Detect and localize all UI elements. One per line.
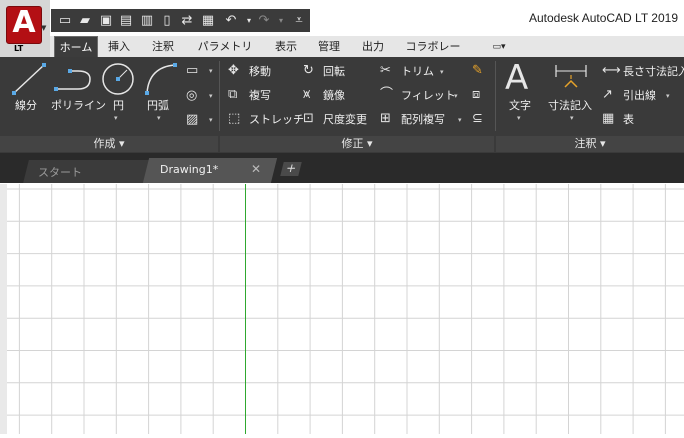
chevron-down-icon[interactable]: ▾ [209, 67, 213, 75]
move-button[interactable]: 移動 [249, 65, 271, 78]
fillet-button[interactable]: フィレット [401, 89, 456, 102]
tab-parametric[interactable]: パラメトリック [193, 36, 257, 75]
application-menu-button[interactable]: A LT ▼ [0, 0, 50, 57]
undo-icon[interactable]: ↶ [223, 13, 239, 28]
modify-panel-title[interactable]: 修正 ▾ [220, 136, 494, 152]
tab-output[interactable]: 出力 [358, 36, 388, 58]
chevron-down-icon[interactable]: ▾ [209, 92, 213, 100]
line-icon [12, 63, 46, 95]
chevron-down-icon[interactable]: ▾ [454, 92, 458, 100]
ribbon: 線分 ポリライン 円 ▾ 円弧 ▾ ▭ ▾ ◎ ▾ ▨ ▾ 作成 ▾ ✥ 移動 … [0, 57, 684, 153]
file-tabs-bar: スタート Drawing1* ✕ + [0, 153, 684, 183]
open-icon[interactable]: ▰ [77, 13, 93, 28]
grid [7, 184, 684, 434]
quick-access-toolbar: ▭ ▰ ▣ ▤ ▥ ▯ ⇄ ▦ ↶ ▾ ↷ ▾ ⩡ [51, 9, 310, 32]
array-button[interactable]: 配列複写 [401, 113, 445, 126]
drawing-canvas[interactable] [7, 184, 684, 434]
table-button[interactable]: 表 [623, 113, 634, 126]
title-bar: Autodesk AutoCAD LT 2019 [310, 0, 684, 36]
circle-button[interactable]: 円 [113, 99, 124, 112]
saveas-icon[interactable]: ▤ [118, 13, 134, 28]
annotation-panel-title[interactable]: 注釈 ▾ [496, 136, 684, 152]
redo-icon[interactable]: ↷ [256, 13, 272, 28]
panel-divider [495, 61, 496, 131]
leader-button[interactable]: 引出線 [623, 89, 656, 102]
gradient-icon[interactable]: ▨ [186, 113, 198, 127]
offset-icon[interactable]: ⊆ [472, 112, 483, 126]
fillet-icon: ⌒ [380, 87, 394, 102]
move-icon: ✥ [228, 63, 239, 78]
explode-icon[interactable]: ⧈ [472, 88, 480, 102]
tab-annotate[interactable]: 注釈 [146, 36, 180, 58]
text-icon: A [505, 58, 529, 98]
erase-icon[interactable]: ✎ [472, 64, 483, 78]
canvas-left-edge [0, 184, 7, 434]
tab-view[interactable]: 表示 [271, 36, 301, 58]
stretch-icon: ⬚ [228, 111, 241, 126]
dimension-button[interactable]: 寸法記入 [548, 99, 592, 112]
chevron-down-icon[interactable]: ▾ [517, 114, 521, 122]
lt-label: LT [14, 44, 24, 53]
autocad-logo-icon: A [6, 5, 42, 44]
line-button[interactable]: 線分 [15, 99, 37, 112]
table-icon: ▦ [602, 111, 615, 126]
arc-icon [145, 63, 177, 95]
polyline-button[interactable]: ポリライン [51, 99, 106, 112]
linear-dimension-icon: ⟷ [602, 63, 621, 78]
chevron-down-icon[interactable]: ▾ [570, 114, 574, 122]
copy-button[interactable]: 複写 [249, 89, 271, 102]
new-icon[interactable]: ▭ [57, 13, 73, 28]
mirror-icon: ⩙ [303, 87, 311, 102]
tab-manage[interactable]: 管理 [314, 36, 344, 58]
publish-icon[interactable]: ▥ [139, 13, 155, 28]
polyline-icon [54, 69, 91, 91]
share-icon[interactable]: ▯ [159, 13, 175, 28]
new-tab-button[interactable]: + [280, 161, 302, 176]
stretch-button[interactable]: ストレッチ [249, 113, 304, 126]
chevron-down-icon[interactable]: ▾ [458, 116, 462, 124]
copy-icon: ⧉ [228, 87, 238, 102]
circle-icon [102, 63, 134, 95]
linear-dimension-button[interactable]: 長さ寸法記入 [623, 65, 684, 78]
chevron-down-icon[interactable]: ▾ [114, 114, 118, 122]
customize-icon[interactable]: ⩡ [291, 13, 307, 28]
rectangle-icon[interactable]: ▭ [186, 64, 198, 78]
redo-dropdown-icon[interactable]: ▾ [273, 13, 289, 28]
chevron-down-icon[interactable]: ▾ [209, 116, 213, 124]
save-icon[interactable]: ▣ [98, 13, 114, 28]
mirror-button[interactable]: 鏡像 [323, 89, 345, 102]
array-icon: ⊞ [380, 111, 391, 126]
start-tab[interactable]: スタート [38, 164, 82, 180]
chevron-down-icon[interactable]: ▾ [666, 92, 670, 100]
tab-collaborate[interactable]: コラボレート [402, 36, 464, 75]
undo-dropdown-icon[interactable]: ▾ [241, 13, 257, 28]
rotate-icon: ↻ [303, 63, 314, 78]
close-icon[interactable]: ✕ [251, 162, 261, 176]
trim-icon: ✂ [380, 63, 391, 78]
text-button[interactable]: 文字 [509, 99, 531, 112]
drawing-tab[interactable]: Drawing1* [160, 163, 218, 176]
leader-icon: ↗ [602, 87, 613, 102]
draw-panel-title[interactable]: 作成 ▾ [0, 136, 218, 152]
panel-divider [219, 61, 220, 131]
scale-icon: ⊡ [303, 111, 314, 126]
transfer-icon[interactable]: ⇄ [179, 13, 195, 28]
trim-button[interactable]: トリム [401, 65, 434, 78]
panel-options-icon[interactable]: ▭▾ [484, 36, 514, 58]
chevron-down-icon[interactable]: ▾ [157, 114, 161, 122]
chevron-down-icon[interactable]: ▾ [440, 68, 444, 76]
tab-insert[interactable]: 挿入 [104, 36, 134, 58]
scale-button[interactable]: 尺度変更 [323, 113, 367, 126]
window-title: Autodesk AutoCAD LT 2019 [529, 11, 678, 25]
arc-button[interactable]: 円弧 [147, 99, 169, 112]
chevron-down-icon: ▼ [41, 24, 47, 32]
plot-icon[interactable]: ▦ [200, 13, 216, 28]
hatch-icon[interactable]: ◎ [186, 89, 197, 103]
dimension-icon [555, 65, 587, 88]
tab-home[interactable]: ホーム [54, 36, 98, 59]
rotate-button[interactable]: 回転 [323, 65, 345, 78]
ribbon-tab-bar: ホーム 挿入 注釈 パラメトリック 表示 管理 出力 コラボレート ▭▾ [50, 36, 684, 75]
